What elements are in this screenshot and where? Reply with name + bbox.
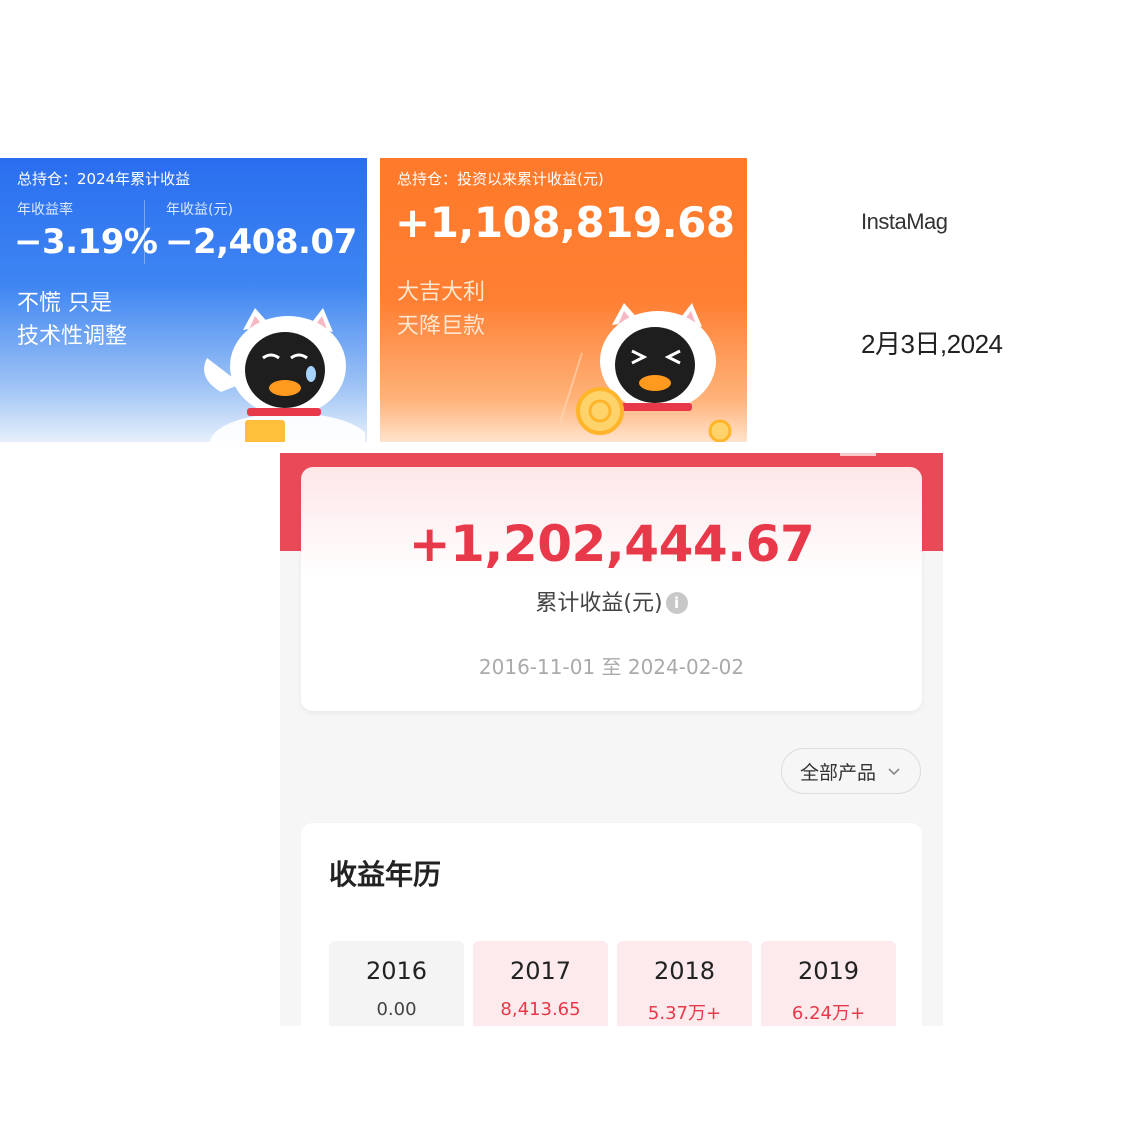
filter-label: 全部产品 — [799, 761, 876, 784]
year-cell-2017[interactable]: 2017 8,413.65 — [473, 941, 608, 1026]
brand-watermark: InstaMag — [861, 209, 948, 234]
rate-label: 年收益率 — [17, 202, 73, 218]
mascot-cat-happy-icon — [560, 303, 732, 442]
date-range: 2016-11-01 至 2024-02-02 — [478, 655, 745, 679]
date-label: 2月3日,2024 — [861, 329, 1003, 359]
year-label: 2018 — [653, 957, 716, 985]
total-earnings-card: +1,202,444.67 累计收益(元) i 2016-11-01 至 2024… — [301, 467, 922, 711]
header-tab-indicator — [840, 453, 876, 456]
year-label: 2017 — [509, 957, 572, 985]
card-header: 总持仓：2024年累计收益 — [17, 170, 191, 188]
income-label: 年收益(元) — [166, 202, 233, 218]
year-label: 2019 — [797, 957, 860, 985]
total-amount: +1,202,444.67 — [408, 515, 815, 573]
rate-value: −3.19% — [14, 222, 158, 262]
year-cell-2018[interactable]: 2018 5.37万+ — [617, 941, 752, 1026]
card-header: 总持仓：投资以来累计收益(元) — [397, 170, 604, 188]
total-caption-text: 累计收益(元) — [535, 591, 663, 616]
year-cell-2016[interactable]: 2016 0.00 — [329, 941, 464, 1026]
total-value: +1,108,819.68 — [395, 198, 735, 247]
message-line1: 不慌 只是 — [17, 291, 112, 316]
calendar-title: 收益年历 — [329, 858, 442, 891]
message-line2: 天降巨款 — [397, 314, 486, 339]
year-value: 6.24万+ — [791, 1003, 866, 1024]
year-value: 0.00 — [376, 999, 417, 1020]
earnings-calendar: 收益年历 2016 0.00 2017 8,413.65 2018 5.37万+… — [301, 823, 922, 1026]
product-filter-dropdown[interactable]: 全部产品 — [781, 748, 921, 794]
mascot-cat-sad-icon — [204, 308, 365, 442]
total-caption: 累计收益(元) i — [301, 585, 922, 617]
message-line1: 大吉大利 — [397, 280, 486, 305]
annual-return-card[interactable]: 总持仓：2024年累计收益 年收益率 年收益(元) −3.19% −2,408.… — [0, 158, 367, 442]
earnings-panel: +1,202,444.67 累计收益(元) i 2016-11-01 至 2024… — [280, 453, 943, 1026]
year-value: 5.37万+ — [647, 1003, 722, 1024]
message-line2: 技术性调整 — [17, 324, 128, 349]
income-value: −2,408.07 — [165, 222, 357, 262]
total-return-card[interactable]: 总持仓：投资以来累计收益(元) +1,108,819.68 大吉大利 天降巨款 — [380, 158, 747, 442]
year-cell-2019[interactable]: 2019 6.24万+ — [761, 941, 896, 1026]
chevron-down-icon — [888, 768, 900, 776]
year-label: 2016 — [365, 957, 428, 985]
info-icon[interactable]: i — [665, 592, 688, 614]
year-value: 8,413.65 — [500, 999, 581, 1020]
